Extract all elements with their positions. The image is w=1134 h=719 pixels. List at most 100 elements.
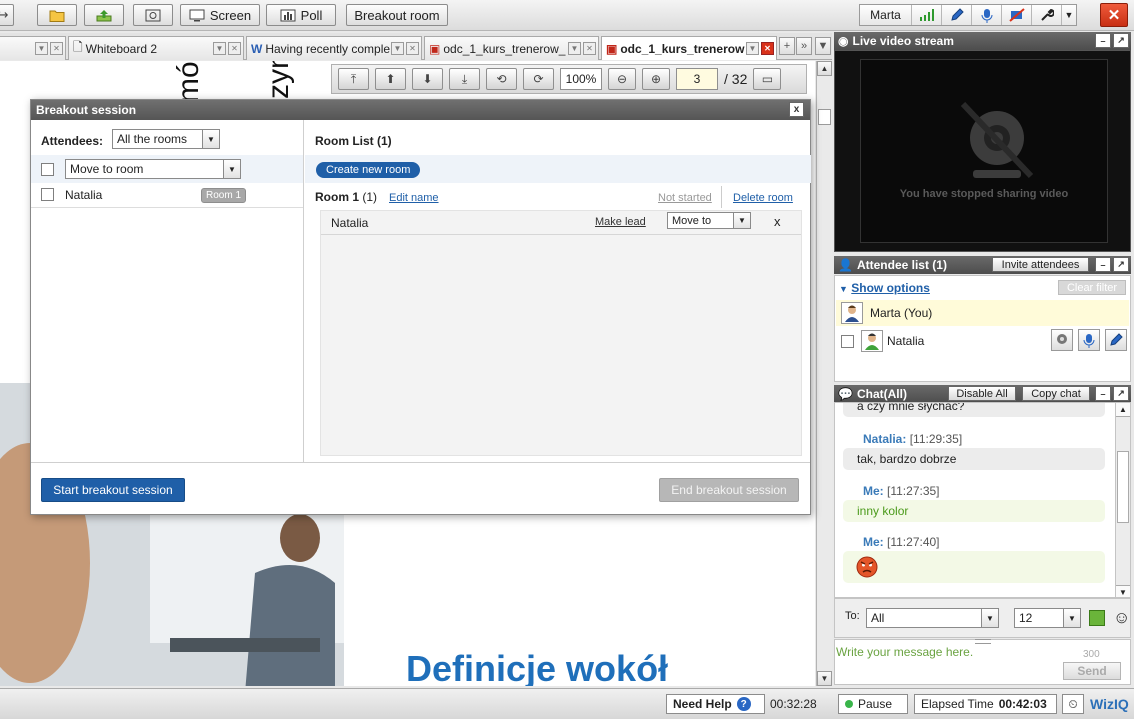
attendee-checkbox[interactable] [841, 335, 854, 348]
popout-icon[interactable]: ↗ [1113, 386, 1129, 401]
chat-message: inny kolor [843, 500, 1105, 522]
remove-member-button[interactable]: x [774, 214, 781, 229]
media-button[interactable] [133, 4, 173, 26]
tab-menu-icon[interactable]: ▼ [746, 42, 759, 55]
text-color-swatch[interactable] [1089, 610, 1105, 626]
attendees-filter-select[interactable]: All the rooms ▼ [112, 129, 220, 149]
resize-handle-icon[interactable] [975, 639, 991, 644]
screen-share-button[interactable]: Screen [180, 4, 260, 26]
fullscreen-button[interactable]: ▭ [753, 68, 782, 90]
move-member-select[interactable]: Move to ▼ [667, 212, 751, 229]
font-size-select[interactable]: 12 ▼ [1014, 608, 1081, 628]
send-button[interactable]: Send [1063, 662, 1121, 680]
wrench-icon[interactable] [1032, 5, 1062, 25]
move-to-room-select[interactable]: Move to room ▼ [65, 159, 241, 179]
zoom-out-button[interactable]: ⊖ [608, 68, 636, 90]
open-folder-button[interactable] [37, 4, 77, 26]
tab-close-icon[interactable]: ✕ [761, 42, 774, 55]
list-item[interactable]: Natalia [836, 328, 1129, 354]
pause-button[interactable]: Pause [838, 694, 908, 714]
rotate-left-button[interactable]: ⟲ [486, 68, 517, 90]
scroll-up-icon[interactable]: ▲ [817, 61, 832, 76]
edit-name-link[interactable]: Edit name [389, 192, 439, 204]
minimize-icon[interactable]: – [1095, 386, 1111, 401]
recording-icon[interactable]: ⏲ [1062, 694, 1084, 714]
tab-scroll-icon[interactable]: » [796, 37, 812, 55]
back-button[interactable]: ↪ [0, 4, 14, 26]
popout-icon[interactable]: ↗ [1113, 257, 1129, 272]
close-dialog-button[interactable]: x [789, 102, 804, 117]
poll-button[interactable]: Poll [266, 4, 336, 26]
attendees-label: Attendees: [41, 134, 104, 148]
scroll-down-icon[interactable]: ▼ [817, 671, 832, 686]
last-page-button[interactable]: ⤓ [449, 68, 480, 90]
whiteboard-scrollbar[interactable]: ▲ ▼ [816, 61, 832, 686]
chevron-down-icon: ▼ [202, 130, 219, 148]
help-icon: ? [736, 697, 751, 711]
pencil-icon[interactable] [1105, 329, 1127, 351]
tab-close-icon[interactable]: ✕ [50, 42, 63, 55]
smiley-icon[interactable]: ☺ [1113, 608, 1130, 628]
tabs-menu-button[interactable]: ▼ [815, 37, 831, 55]
close-app-button[interactable]: ✕ [1100, 3, 1128, 27]
tab-document-4-active[interactable]: ▣ odc_1_kurs_trenerow ▼ ✕ [601, 36, 777, 60]
tab-menu-icon[interactable]: ▼ [213, 42, 226, 55]
tab-whiteboard-2[interactable]: 🗋 Whiteboard 2 ▼ ✕ [68, 36, 244, 60]
select-all-checkbox[interactable] [41, 163, 54, 176]
upload-button[interactable] [84, 4, 124, 26]
minimize-icon[interactable]: – [1095, 257, 1111, 272]
chat-recipient-select[interactable]: All ▼ [866, 608, 999, 628]
zoom-in-button[interactable]: ⊕ [642, 68, 670, 90]
tab-close-icon[interactable]: ✕ [583, 42, 596, 55]
rotate-right-button[interactable]: ⟳ [523, 68, 554, 90]
prev-page-button[interactable]: ⬆ [375, 68, 406, 90]
chat-scrollbar[interactable]: ▲ ▼ [1115, 403, 1130, 597]
webcam-icon[interactable] [1051, 329, 1073, 351]
scroll-thumb[interactable] [1117, 451, 1129, 523]
chat-recipient-value: All [871, 611, 885, 625]
invite-attendees-button[interactable]: Invite attendees [992, 257, 1089, 272]
delete-room-link[interactable]: Delete room [733, 192, 793, 204]
tab-close-icon[interactable]: ✕ [406, 42, 419, 55]
create-new-room-button[interactable]: Create new room [316, 162, 421, 178]
next-page-button[interactable]: ⬇ [412, 68, 443, 90]
scroll-up-icon[interactable]: ▲ [1116, 403, 1130, 417]
chat-message-input[interactable]: Write your message here. [836, 645, 973, 659]
camera-off-icon[interactable] [1002, 5, 1032, 25]
page-number-input[interactable]: 3 [676, 68, 718, 90]
copy-chat-button[interactable]: Copy chat [1022, 386, 1090, 401]
minimize-icon[interactable]: – [1095, 33, 1111, 48]
tab-document-2[interactable]: W Having recently comple ▼ ✕ [246, 36, 422, 60]
end-breakout-button[interactable]: End breakout session [659, 478, 799, 502]
angry-emoji-icon [856, 556, 878, 578]
tab-menu-icon[interactable]: ▼ [35, 42, 48, 55]
add-tab-button[interactable]: + [779, 37, 795, 55]
word-doc-icon: W [251, 41, 263, 56]
popout-icon[interactable]: ↗ [1113, 33, 1129, 48]
first-page-button[interactable]: ⤒ [338, 68, 369, 90]
attendee-checkbox[interactable] [41, 188, 54, 201]
need-help-button[interactable]: Need Help ? [666, 694, 765, 714]
microphone-icon[interactable] [972, 5, 1002, 25]
scroll-down-icon[interactable]: ▼ [1116, 585, 1130, 597]
show-options-toggle[interactable]: ▼ Show options [839, 281, 930, 295]
scroll-thumb[interactable] [818, 109, 831, 125]
arrow-up-icon: ⬆ [385, 72, 396, 86]
tab-label: odc_1_kurs_trenerow_ [443, 41, 566, 56]
tab-previous[interactable]: ▼ ✕ [0, 36, 66, 60]
start-breakout-button[interactable]: Start breakout session [41, 478, 185, 502]
list-item[interactable]: Marta (You) [836, 300, 1129, 326]
tab-menu-icon[interactable]: ▼ [391, 42, 404, 55]
chevron-down-icon[interactable]: ▼ [1062, 5, 1076, 25]
tab-document-3[interactable]: ▣ odc_1_kurs_trenerow_ ▼ ✕ [424, 36, 599, 60]
microphone-icon[interactable] [1078, 329, 1100, 351]
breakout-room-label: Breakout room [354, 7, 440, 23]
zoom-level[interactable]: 100% [560, 68, 602, 90]
disable-all-button[interactable]: Disable All [948, 386, 1016, 401]
breakout-room-button[interactable]: Breakout room [346, 4, 448, 26]
make-lead-link[interactable]: Make lead [595, 216, 646, 228]
tab-close-icon[interactable]: ✕ [228, 42, 241, 55]
pencil-icon[interactable] [942, 5, 972, 25]
clear-filter-button[interactable]: Clear filter [1058, 280, 1126, 295]
tab-menu-icon[interactable]: ▼ [568, 42, 581, 55]
